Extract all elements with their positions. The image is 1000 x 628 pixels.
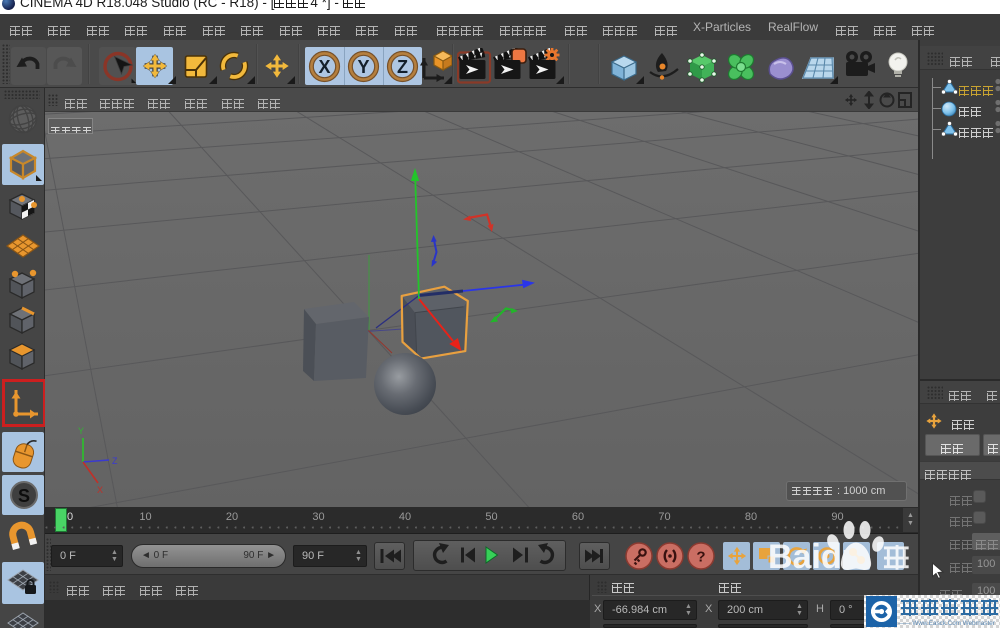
svg-text:X: X xyxy=(318,57,330,77)
svg-text:S: S xyxy=(18,486,30,506)
svg-text:Z: Z xyxy=(397,57,408,77)
svg-text:Y: Y xyxy=(357,57,369,77)
svg-text:X: X xyxy=(97,485,103,495)
svg-text:Y: Y xyxy=(78,426,84,436)
svg-text:Z: Z xyxy=(112,456,118,466)
svg-text:?: ? xyxy=(696,549,705,566)
